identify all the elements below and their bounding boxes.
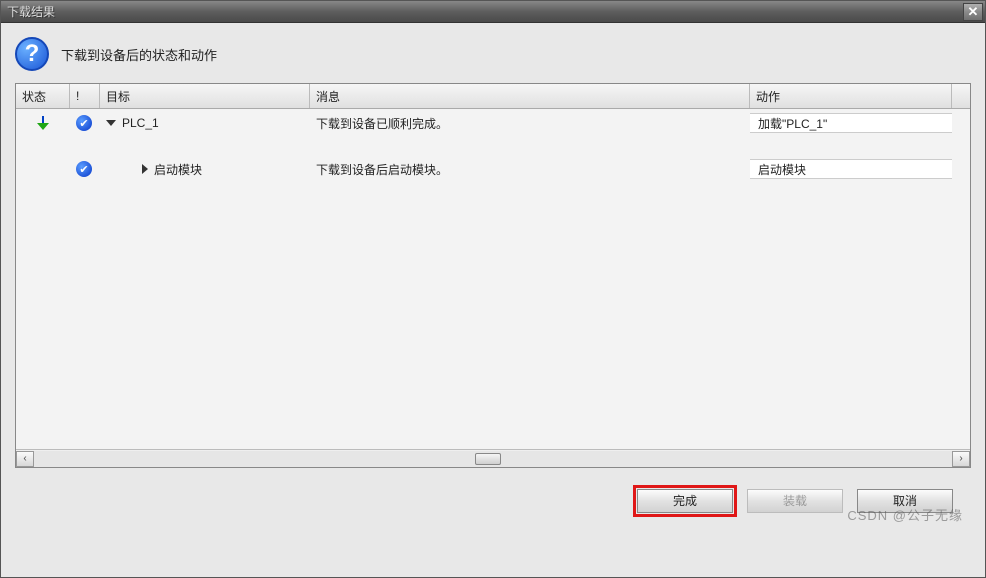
- download-results-window: 下载结果 ✕ ? 下载到设备后的状态和动作 状态 ! 目标 消息 动作: [0, 0, 986, 578]
- action-cell[interactable]: 启动模块: [750, 159, 952, 179]
- table-row[interactable]: ✔ PLC_1 下载到设备已顺利完成。 加载"PLC_1": [16, 109, 970, 137]
- target-label: 启动模块: [154, 161, 202, 178]
- scroll-left-icon[interactable]: ‹: [16, 451, 34, 467]
- header-text: 下载到设备后的状态和动作: [61, 45, 217, 64]
- titlebar[interactable]: 下载结果 ✕: [1, 1, 985, 23]
- col-header-end: [952, 84, 970, 108]
- load-button: 装载: [747, 489, 843, 513]
- col-header-message[interactable]: 消息: [310, 84, 750, 108]
- chevron-right-icon[interactable]: [142, 164, 148, 174]
- dialog-body: ? 下载到设备后的状态和动作 状态 ! 目标 消息 动作 ✔: [1, 23, 985, 577]
- window-title: 下载结果: [7, 3, 963, 20]
- message-label: 下载到设备已顺利完成。: [310, 115, 750, 132]
- col-header-exclaim[interactable]: !: [70, 84, 100, 108]
- table-body: ✔ PLC_1 下载到设备已顺利完成。 加载"PLC_1": [16, 109, 970, 449]
- download-arrow-icon: [35, 115, 51, 131]
- check-icon: ✔: [76, 161, 92, 177]
- horizontal-scrollbar[interactable]: ‹ ›: [16, 449, 970, 467]
- col-header-target[interactable]: 目标: [100, 84, 310, 108]
- message-label: 下载到设备后启动模块。: [310, 161, 750, 178]
- col-header-status[interactable]: 状态: [16, 84, 70, 108]
- check-icon: ✔: [76, 115, 92, 131]
- scroll-right-icon[interactable]: ›: [952, 451, 970, 467]
- dialog-footer: 完成 装载 取消 CSDN @公子无缘: [15, 468, 971, 534]
- scrollbar-thumb[interactable]: [475, 453, 501, 465]
- table-row[interactable]: ✔ 启动模块 下载到设备后启动模块。 启动模块: [16, 155, 970, 183]
- results-table: 状态 ! 目标 消息 动作 ✔ PLC_1: [15, 83, 971, 468]
- table-header: 状态 ! 目标 消息 动作: [16, 84, 970, 109]
- header-row: ? 下载到设备后的状态和动作: [15, 37, 971, 71]
- action-cell[interactable]: 加载"PLC_1": [750, 113, 952, 133]
- chevron-down-icon[interactable]: [106, 120, 116, 126]
- cancel-button[interactable]: 取消: [857, 489, 953, 513]
- question-icon: ?: [15, 37, 49, 71]
- scrollbar-track[interactable]: [34, 451, 952, 467]
- finish-button[interactable]: 完成: [637, 489, 733, 513]
- target-label: PLC_1: [122, 116, 159, 130]
- close-icon[interactable]: ✕: [963, 3, 983, 21]
- col-header-action[interactable]: 动作: [750, 84, 952, 108]
